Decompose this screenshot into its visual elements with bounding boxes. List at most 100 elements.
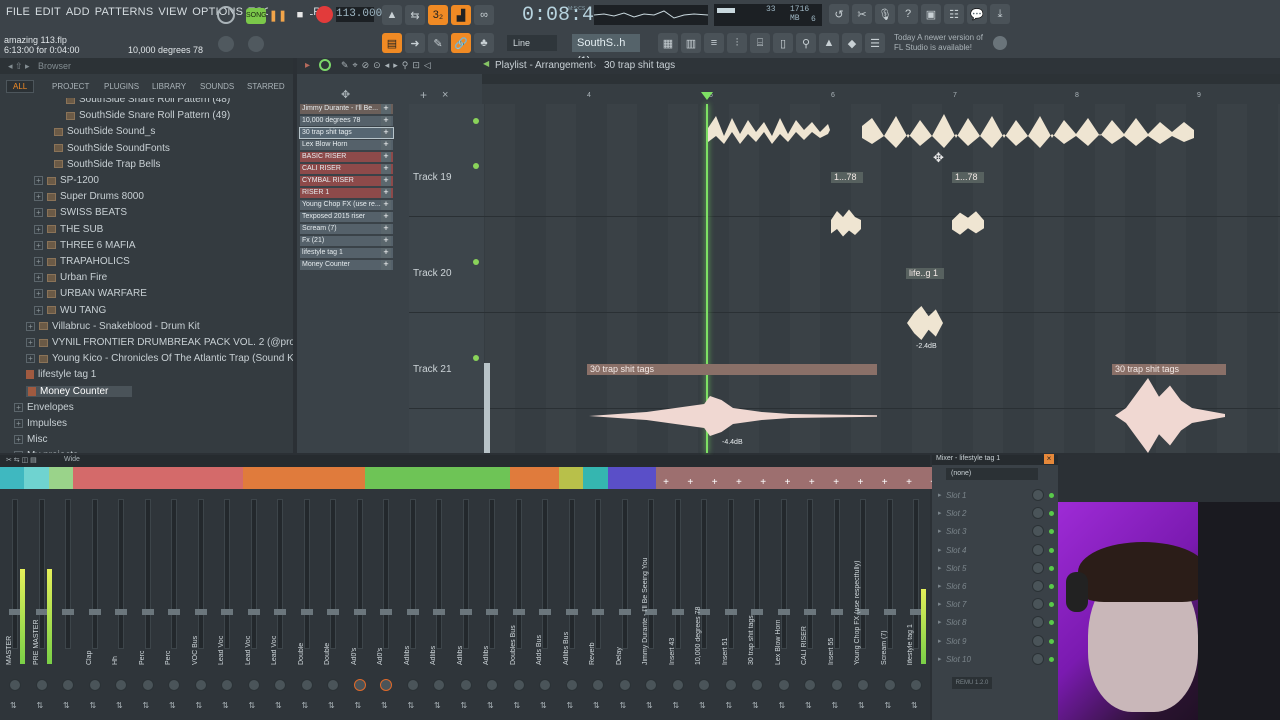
slot-enable-led[interactable]	[1049, 493, 1054, 498]
fader-handle[interactable]	[592, 609, 604, 615]
tempo-display[interactable]: 113.000	[336, 7, 382, 22]
mixer-track-color[interactable]	[510, 467, 536, 489]
playlist-arrow-icon[interactable]: ▸	[305, 60, 310, 71]
mixer-pan-knob[interactable]	[645, 679, 657, 691]
browser-item[interactable]: SouthSide Snare Roll Pattern (48)	[66, 98, 230, 105]
fader-handle[interactable]	[88, 609, 101, 615]
expand-icon[interactable]: +	[34, 176, 43, 185]
channel-item[interactable]: Jimmy Durante - I'll Be...	[300, 104, 393, 114]
mixer-track-color[interactable]	[48, 467, 74, 489]
playlist-play-icon[interactable]: ◀	[483, 59, 489, 68]
browser-item[interactable]: SouthSide Trap Bells	[54, 159, 160, 170]
route-arrow-icon[interactable]: ⇅	[143, 701, 150, 710]
fader-handle[interactable]	[671, 609, 684, 615]
clip-header-t19a[interactable]: 1...78	[831, 172, 863, 183]
mixer-fader[interactable]	[436, 499, 442, 649]
expand-icon[interactable]: +	[26, 354, 35, 364]
mixer-pan-knob[interactable]	[910, 679, 922, 691]
mixer-pan-knob[interactable]	[9, 679, 21, 691]
slot-mix-knob[interactable]	[1032, 561, 1044, 574]
mixer-pan-knob[interactable]	[512, 679, 525, 691]
download-icon[interactable]: ⤓	[990, 4, 1010, 24]
close-x-icon[interactable]: ×	[442, 89, 448, 101]
browser-item[interactable]: + THREE 6 MAFIA	[34, 240, 136, 251]
slot-arrow-icon[interactable]: ▸	[938, 655, 942, 663]
loop-record-icon[interactable]: ∞	[474, 5, 494, 25]
route-arrow-icon[interactable]: ⇅	[858, 701, 865, 710]
mixer-pan-knob[interactable]	[671, 679, 684, 691]
channel-add-icon[interactable]: +	[381, 188, 391, 198]
mixer-track-color[interactable]	[315, 467, 341, 489]
slot-arrow-icon[interactable]: ▸	[938, 564, 942, 572]
route-arrow-icon[interactable]: ⇅	[116, 701, 123, 710]
route-arrow-icon[interactable]: ⇅	[434, 701, 441, 710]
mixer-track-color[interactable]	[267, 467, 293, 489]
channel-add-icon[interactable]: +	[381, 140, 391, 150]
scrollbar-handle[interactable]	[484, 363, 490, 453]
countdown-icon[interactable]: 3₂	[428, 5, 448, 25]
slot-enable-led[interactable]	[1049, 547, 1054, 553]
fader-handle[interactable]	[459, 609, 472, 615]
slot-mix-knob[interactable]	[1032, 652, 1044, 665]
channel-add-icon[interactable]: +	[381, 104, 391, 114]
cut-icon[interactable]: ✂	[852, 4, 872, 24]
mixer-track-color[interactable]	[121, 467, 147, 489]
mixer-pan-knob[interactable]	[300, 679, 313, 691]
help-icon[interactable]: ?	[898, 4, 918, 24]
mixer-track-color[interactable]	[218, 467, 244, 489]
mixer-fader[interactable]	[91, 499, 98, 649]
track-21-led[interactable]	[473, 355, 479, 361]
browser-item[interactable]: + My projects	[14, 450, 78, 453]
menu-edit[interactable]: EDIT	[35, 6, 61, 18]
clip-header-t21a[interactable]: 30 trap shit tags	[587, 364, 877, 375]
fader-handle[interactable]	[883, 609, 896, 615]
fader-handle[interactable]	[618, 609, 631, 615]
mixer-add-icon[interactable]: +	[882, 477, 888, 488]
mixer-pan-knob[interactable]	[539, 679, 551, 691]
expand-icon[interactable]: +	[34, 240, 43, 250]
mixer-fader[interactable]	[118, 499, 124, 649]
playhead-marker-icon[interactable]	[701, 92, 713, 100]
mixer-track-color[interactable]	[607, 467, 633, 489]
mixer-track-color[interactable]	[291, 467, 317, 489]
mixer-track-color[interactable]	[72, 467, 98, 489]
channel-item[interactable]: 10,000 degrees 78	[300, 116, 393, 126]
mixer-fader[interactable]	[224, 499, 230, 649]
channel-item[interactable]: BASIC RISER	[300, 152, 393, 162]
mixer-add-icon[interactable]: +	[833, 477, 839, 488]
mixer-track-color[interactable]	[413, 467, 438, 489]
mixer-pan-knob[interactable]	[247, 679, 260, 691]
route-arrow-icon[interactable]: ⇅	[726, 701, 733, 710]
browser-item[interactable]: + VYNIL FRONTIER DRUMBREAK PACK VOL. 2 (@…	[26, 337, 293, 348]
song-mode-toggle[interactable]: SONG	[246, 8, 267, 24]
route-arrow-icon[interactable]: ⇅	[779, 701, 786, 710]
mixer-add-icon[interactable]: +	[809, 477, 815, 488]
mixer-pan-knob[interactable]	[274, 679, 286, 691]
slot-arrow-icon[interactable]: ▸	[938, 618, 942, 626]
browser-tab-project[interactable]: PROJECT	[52, 82, 89, 91]
mixer-pan-knob[interactable]	[194, 679, 207, 691]
expand-icon[interactable]: +	[34, 289, 43, 299]
mixer-pan-knob[interactable]	[221, 679, 233, 691]
track-19-led[interactable]	[473, 163, 479, 169]
slot-arrow-icon[interactable]: ▸	[938, 582, 942, 590]
route-arrow-icon[interactable]: ⇅	[37, 701, 44, 710]
mixer-pan-knob[interactable]	[883, 679, 896, 691]
mixer-track-color[interactable]	[0, 467, 25, 489]
browser-item[interactable]: + Super Drums 8000	[34, 191, 144, 202]
slot-mix-knob[interactable]	[1032, 616, 1044, 629]
fader-handle[interactable]	[327, 609, 339, 615]
mixer-fader[interactable]	[303, 499, 310, 649]
channel-item[interactable]: lifestyle tag 1	[300, 248, 393, 258]
mixer-slot[interactable]: Slot 4	[946, 546, 966, 555]
channel-item[interactable]: Lex Blow Horn	[300, 140, 393, 150]
mixer-pan-knob[interactable]	[433, 679, 445, 691]
mixer-pan-knob[interactable]	[141, 679, 154, 691]
mixer-tools-icon[interactable]: ✂ ⇆ ◫ ▤	[6, 456, 37, 464]
slot-mix-knob[interactable]	[1032, 543, 1044, 556]
fader-handle[interactable]	[565, 609, 578, 615]
expand-icon[interactable]: +	[26, 321, 35, 331]
fader-handle[interactable]	[274, 609, 286, 615]
browser-item[interactable]: + SP-1200	[34, 175, 99, 186]
mixer-fader[interactable]	[462, 499, 469, 649]
